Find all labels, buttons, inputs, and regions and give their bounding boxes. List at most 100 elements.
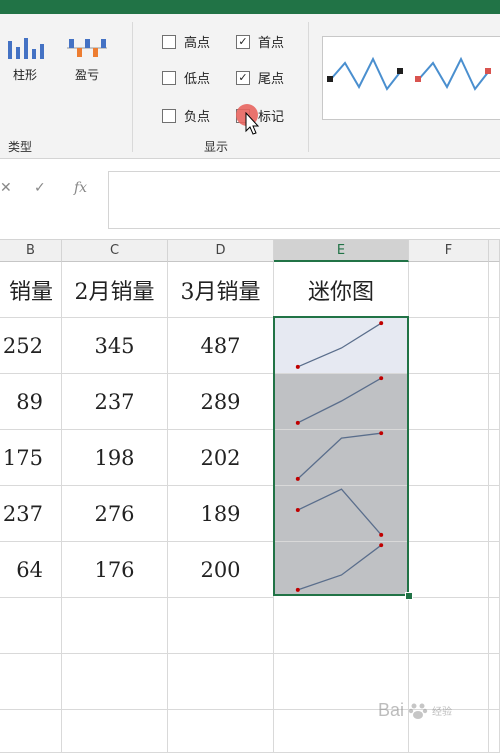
column-header-f[interactable]: F — [409, 240, 489, 262]
watermark-sub: 经验 — [432, 707, 453, 718]
winloss-sparkline-button[interactable]: 盈亏 — [62, 30, 112, 83]
column-header-d[interactable]: D — [168, 240, 274, 262]
negative-point-checkbox[interactable]: 负点 — [162, 106, 210, 125]
low-point-checkbox[interactable]: 低点 — [162, 68, 210, 87]
cell-empty[interactable] — [409, 542, 489, 598]
cancel-icon[interactable]: ✕ — [0, 180, 12, 196]
cell-b[interactable]: 89 — [0, 374, 62, 430]
cell-empty[interactable] — [168, 654, 274, 710]
cell-empty[interactable] — [0, 710, 62, 753]
cell-header-c[interactable]: 2月销量 — [62, 262, 168, 318]
cell-d[interactable]: 200 — [168, 542, 274, 598]
cell-empty[interactable] — [409, 486, 489, 542]
cell-empty[interactable] — [489, 318, 500, 374]
formula-input[interactable] — [108, 171, 500, 229]
sparkline-cell[interactable] — [274, 374, 409, 430]
checkbox-box — [162, 108, 176, 123]
cell-empty[interactable] — [489, 262, 500, 318]
high-point-checkbox[interactable]: 高点 — [162, 32, 210, 51]
cell-header-e[interactable]: 迷你图 — [274, 262, 409, 318]
checkbox-box — [162, 34, 176, 49]
cell-c[interactable]: 237 — [62, 374, 168, 430]
cell-empty[interactable] — [489, 374, 500, 430]
cell-c[interactable]: 345 — [62, 318, 168, 374]
cell-b[interactable]: 64 — [0, 542, 62, 598]
cell-empty[interactable] — [0, 598, 62, 654]
sparkline — [295, 320, 384, 369]
cell-empty[interactable] — [489, 486, 500, 542]
winloss-sparkline-label: 盈亏 — [74, 68, 99, 82]
first-point-checkbox[interactable]: ✓ 首点 — [236, 32, 284, 51]
cell-empty[interactable] — [168, 710, 274, 753]
cell-empty[interactable] — [409, 598, 489, 654]
ribbon-tab-bar — [0, 0, 500, 14]
watermark-text: Bai — [378, 700, 405, 720]
sparkline-style-preview — [327, 56, 491, 91]
sparkline — [295, 430, 384, 481]
cell-empty[interactable] — [168, 598, 274, 654]
cell-empty[interactable] — [489, 430, 500, 486]
cell-empty[interactable] — [489, 654, 500, 710]
column-header-c[interactable]: C — [62, 240, 168, 262]
markers-label: 标记 — [258, 110, 285, 125]
cell-b[interactable]: 237 — [0, 486, 62, 542]
cell-d[interactable]: 289 — [168, 374, 274, 430]
cell-empty[interactable] — [409, 262, 489, 318]
last-point-label: 尾点 — [258, 72, 285, 87]
cell-c[interactable]: 276 — [62, 486, 168, 542]
sparkline-cell[interactable] — [274, 542, 409, 596]
cell-empty[interactable] — [489, 598, 500, 654]
ribbon: 柱形 盈亏 类型 高点 低点 负点 ✓ 首点 ✓ 尾点 标记 显示 — [0, 14, 500, 159]
cell-empty[interactable] — [62, 710, 168, 753]
first-point-label: 首点 — [258, 36, 285, 51]
checkbox-box — [162, 70, 176, 85]
enter-icon[interactable]: ✓ — [34, 180, 46, 196]
cell-b[interactable]: 252 — [0, 318, 62, 374]
cell-c[interactable]: 198 — [62, 430, 168, 486]
sparkline-cell[interactable] — [274, 486, 409, 542]
group-divider — [308, 22, 309, 152]
group-divider — [132, 22, 133, 152]
cell-empty[interactable] — [409, 430, 489, 486]
formula-bar-tools: ✕ ✓ fx — [0, 173, 104, 203]
sparkline-cell[interactable] — [274, 430, 409, 486]
sparkline-cell[interactable] — [274, 318, 409, 374]
cell-empty[interactable] — [274, 598, 409, 654]
sparkline — [295, 542, 384, 592]
low-point-label: 低点 — [184, 72, 211, 87]
cell-empty[interactable] — [62, 598, 168, 654]
cell-header-b[interactable]: 销量 — [0, 262, 62, 318]
type-group-label: 类型 — [8, 140, 33, 154]
cell-empty[interactable] — [0, 654, 62, 710]
column-sparkline-button[interactable]: 柱形 — [2, 30, 48, 83]
sparkline-style-gallery[interactable] — [322, 36, 500, 120]
checkmark-icon: ✓ — [236, 70, 250, 85]
checkmark-icon: ✓ — [236, 34, 250, 49]
cell-empty[interactable] — [409, 318, 489, 374]
cell-header-d[interactable]: 3月销量 — [168, 262, 274, 318]
cell-empty[interactable] — [409, 374, 489, 430]
cell-empty[interactable] — [62, 654, 168, 710]
mouse-cursor-icon — [245, 112, 260, 135]
insert-function-button[interactable]: fx — [74, 180, 87, 196]
watermark: Bai 经验 — [378, 700, 452, 721]
column-header-g[interactable] — [489, 240, 500, 262]
last-point-checkbox[interactable]: ✓ 尾点 — [236, 68, 284, 87]
fill-handle[interactable] — [405, 592, 413, 600]
excel-window: { "ribbon": { "type_group": { "label": "… — [0, 0, 500, 753]
cell-b[interactable]: 175 — [0, 430, 62, 486]
cell-d[interactable]: 189 — [168, 486, 274, 542]
cell-d[interactable]: 202 — [168, 430, 274, 486]
cell-empty[interactable] — [489, 542, 500, 598]
sparkline — [295, 375, 384, 425]
show-group-label: 显示 — [204, 140, 229, 154]
column-header-b[interactable]: B — [0, 240, 62, 262]
column-chart-icon — [2, 30, 48, 66]
sparkline — [295, 487, 384, 537]
cell-empty[interactable] — [489, 710, 500, 753]
column-header-e[interactable]: E — [274, 240, 409, 262]
paw-icon — [408, 703, 428, 719]
cell-c[interactable]: 176 — [62, 542, 168, 598]
winloss-chart-icon — [62, 30, 112, 66]
cell-d[interactable]: 487 — [168, 318, 274, 374]
